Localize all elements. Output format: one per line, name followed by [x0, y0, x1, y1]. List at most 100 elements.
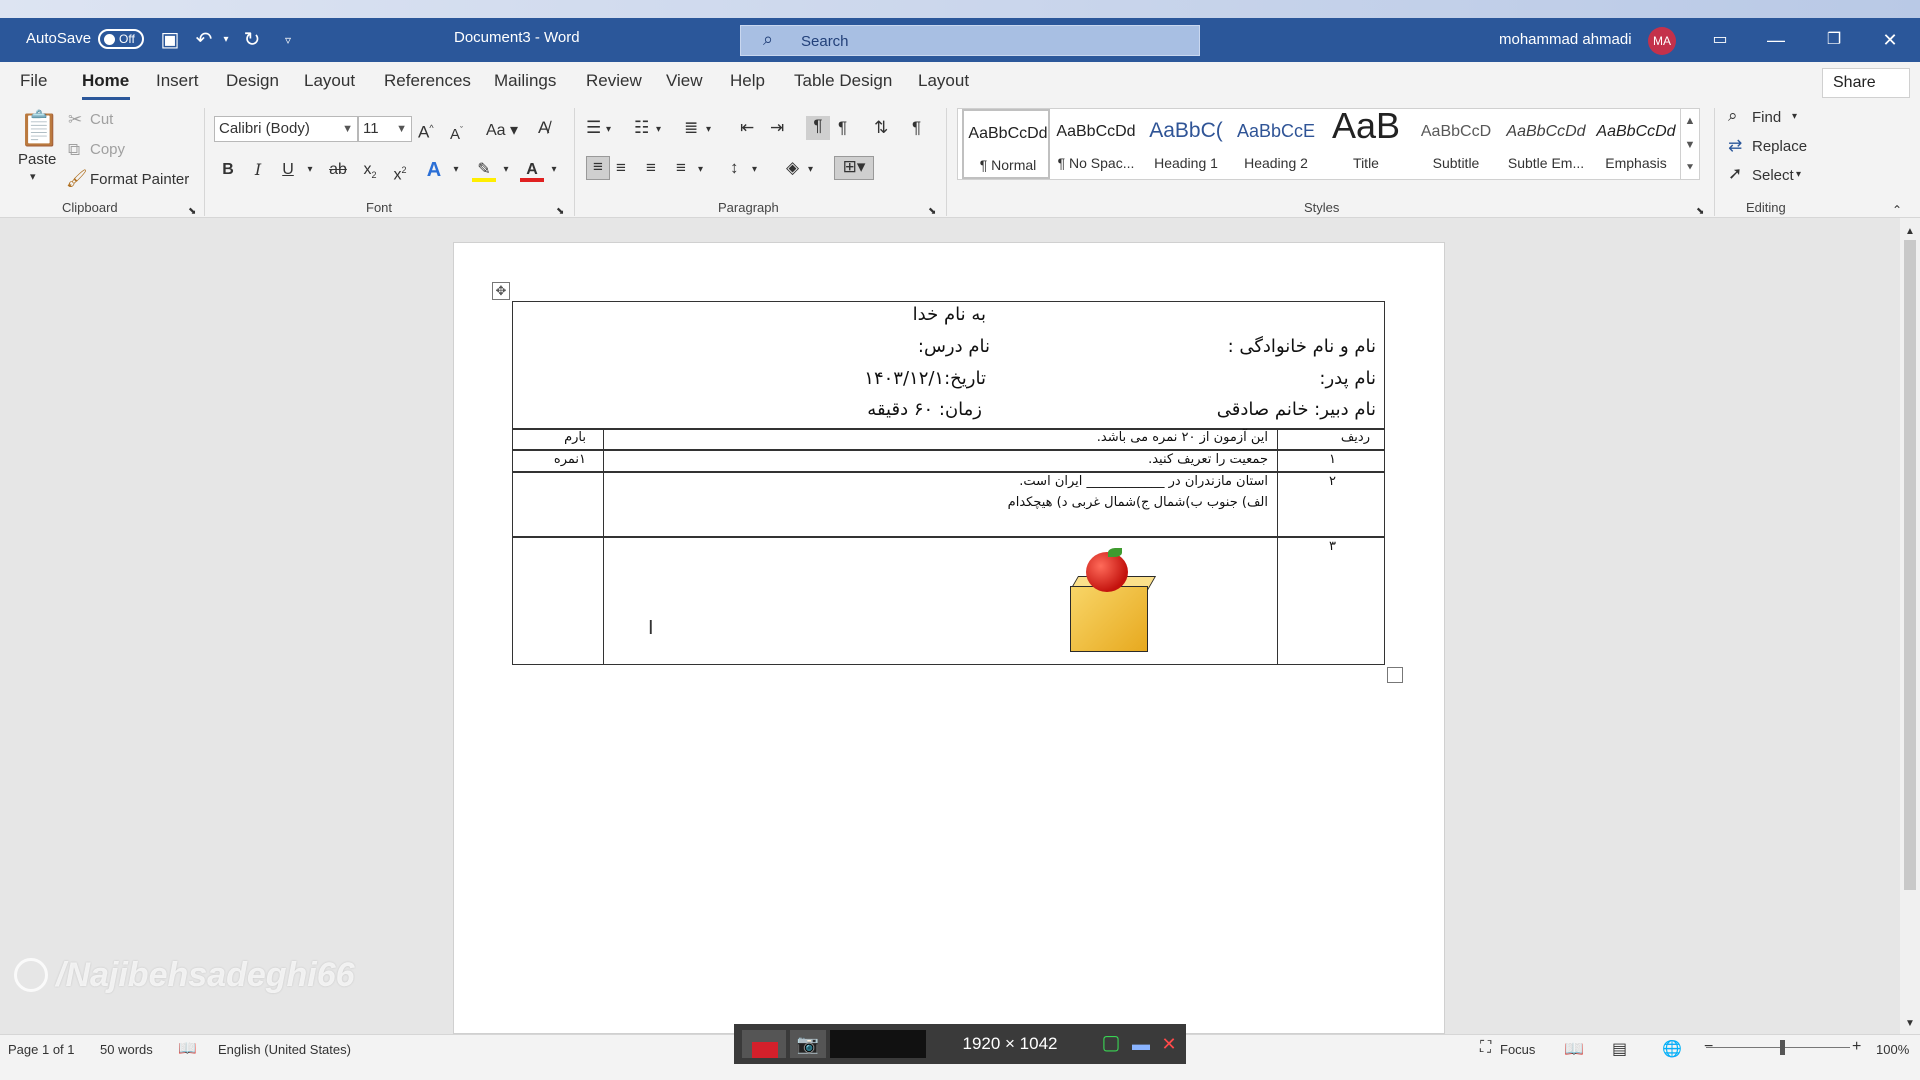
tab-help[interactable]: Help — [730, 71, 765, 91]
zoom-in-icon[interactable]: + — [1852, 1038, 1861, 1056]
save-icon[interactable]: ▣ — [158, 28, 182, 52]
cut-icon[interactable]: ✂ — [68, 110, 82, 130]
copy-button[interactable]: Copy — [90, 141, 125, 158]
page-count[interactable]: Page 1 of 1 — [8, 1042, 75, 1057]
multilevel-list-icon[interactable]: ≣ — [684, 118, 698, 138]
cut-button[interactable]: Cut — [90, 111, 113, 128]
text-effects-icon[interactable]: A — [422, 158, 446, 182]
paste-dropdown-icon[interactable]: ▾ — [30, 170, 36, 183]
more-styles-icon[interactable]: ⯆ — [1681, 157, 1699, 179]
format-painter-icon[interactable]: 🖌 — [66, 169, 88, 189]
avatar[interactable]: MA — [1648, 27, 1676, 55]
zoom-level[interactable]: 100% — [1876, 1042, 1909, 1057]
recorder-close-icon[interactable]: ✕ — [1158, 1030, 1180, 1058]
tab-table-layout[interactable]: Layout — [918, 71, 969, 91]
underline-dropdown-icon[interactable]: ▾ — [298, 158, 322, 182]
numbering-dropdown-icon[interactable]: ▾ — [656, 120, 661, 140]
autosave-toggle[interactable]: Off — [98, 29, 144, 49]
scroll-down-icon[interactable]: ▼ — [1902, 1014, 1918, 1034]
ribbon-display-icon[interactable]: ▭ — [1700, 24, 1740, 56]
decrease-indent-icon[interactable]: ⇤ — [740, 118, 754, 138]
find-dropdown-icon[interactable]: ▾ — [1792, 111, 1797, 122]
redo-icon[interactable]: ↻ — [240, 28, 264, 52]
style-heading-2[interactable]: AaBbCcE Heading 2 — [1232, 109, 1320, 179]
style-no-spacing[interactable]: AaBbCcDd ¶ No Spac... — [1052, 109, 1140, 179]
tab-review[interactable]: Review — [586, 71, 642, 91]
focus-icon[interactable]: ⛶ — [1480, 1039, 1491, 1057]
close-icon[interactable]: ✕ — [1870, 24, 1910, 56]
shading-icon[interactable]: ◈ — [786, 158, 799, 178]
subscript-icon[interactable]: x2 — [358, 158, 382, 182]
highlight-icon[interactable]: ✎ — [472, 158, 496, 182]
copy-icon[interactable]: ⧉ — [68, 140, 80, 160]
tab-insert[interactable]: Insert — [156, 71, 199, 91]
align-right-icon[interactable]: ≡ — [646, 158, 656, 178]
font-color-dropdown-icon[interactable]: ▾ — [542, 158, 566, 182]
scroll-thumb[interactable] — [1904, 240, 1916, 890]
grow-font-icon[interactable]: A^ — [418, 118, 434, 143]
style-subtitle[interactable]: AaBbCcD Subtitle — [1412, 109, 1500, 179]
multilevel-dropdown-icon[interactable]: ▾ — [706, 120, 711, 140]
ltr-direction-icon[interactable]: ¶ — [806, 116, 830, 140]
paste-button[interactable]: Paste — [18, 151, 56, 168]
language-status[interactable]: English (United States) — [218, 1042, 351, 1057]
font-size-select[interactable]: 11 ▼ — [358, 116, 412, 142]
superscript-icon[interactable]: x2 — [388, 158, 412, 183]
undo-icon[interactable]: ↶ — [192, 28, 216, 52]
word-count[interactable]: 50 words — [100, 1042, 153, 1057]
bold-icon[interactable]: B — [216, 158, 240, 182]
minimize-icon[interactable]: — — [1756, 24, 1796, 56]
tab-references[interactable]: References — [384, 71, 471, 91]
justify-dropdown-icon[interactable]: ▾ — [698, 160, 703, 180]
replace-button[interactable]: Replace — [1752, 138, 1807, 155]
font-color-icon[interactable]: A — [520, 158, 544, 182]
replace-icon[interactable]: ⇄ — [1728, 136, 1742, 156]
tab-file[interactable]: File — [20, 71, 47, 91]
scroll-up-icon[interactable]: ▲ — [1902, 222, 1918, 242]
tab-design[interactable]: Design — [226, 71, 279, 91]
italic-icon[interactable]: I — [246, 158, 270, 182]
style-subtle-emphasis[interactable]: AaBbCcDd Subtle Em... — [1502, 109, 1590, 179]
chevron-down-icon[interactable]: ▼ — [1681, 133, 1699, 157]
collapse-ribbon-icon[interactable]: ⌃ — [1892, 200, 1902, 220]
justify-icon[interactable]: ≡ — [676, 158, 686, 178]
text-effects-dropdown-icon[interactable]: ▾ — [444, 158, 468, 182]
styles-scroll[interactable]: ▲ ▼ ⯆ — [1680, 108, 1700, 180]
user-name[interactable]: mohammad ahmadi — [1499, 31, 1632, 48]
align-center-icon[interactable]: ≡ — [616, 158, 626, 178]
apple-on-box-image[interactable] — [1062, 548, 1157, 654]
style-title[interactable]: AaB Title — [1322, 105, 1410, 179]
align-left-icon[interactable]: ≡ — [586, 156, 610, 180]
sort-icon[interactable]: ⇅ — [874, 118, 888, 138]
increase-indent-icon[interactable]: ⇥ — [770, 118, 784, 138]
line-spacing-dropdown-icon[interactable]: ▾ — [752, 160, 757, 180]
tab-mailings[interactable]: Mailings — [494, 71, 556, 91]
paste-icon[interactable]: 📋 — [18, 108, 60, 150]
bullets-icon[interactable]: ☰ — [586, 118, 601, 138]
shrink-font-icon[interactable]: Aˇ — [450, 120, 463, 145]
tab-view[interactable]: View — [666, 71, 703, 91]
shading-dropdown-icon[interactable]: ▾ — [808, 160, 813, 180]
undo-dropdown-icon[interactable]: ▾ — [214, 28, 238, 52]
numbering-icon[interactable]: ☷ — [634, 118, 649, 138]
rtl-direction-icon[interactable]: ¶ — [838, 118, 847, 138]
select-button[interactable]: Select — [1752, 167, 1794, 184]
recorder-region-icon[interactable]: ▢ — [1098, 1030, 1124, 1058]
zoom-slider-thumb[interactable] — [1780, 1040, 1785, 1055]
highlight-dropdown-icon[interactable]: ▾ — [494, 158, 518, 182]
tab-table-design[interactable]: Table Design — [794, 71, 892, 91]
select-dropdown-icon[interactable]: ▾ — [1796, 169, 1801, 180]
select-icon[interactable]: ➚ — [1728, 164, 1742, 184]
find-button[interactable]: Find — [1752, 109, 1781, 126]
bullets-dropdown-icon[interactable]: ▾ — [606, 120, 611, 140]
show-marks-icon[interactable]: ¶ — [912, 118, 921, 138]
find-icon[interactable]: ⌕ — [1728, 106, 1738, 126]
zoom-slider[interactable] — [1706, 1047, 1850, 1048]
focus-button[interactable]: Focus — [1500, 1042, 1535, 1057]
style-heading-1[interactable]: AaBbC( Heading 1 — [1142, 109, 1230, 179]
chevron-up-icon[interactable]: ▲ — [1681, 109, 1699, 133]
web-layout-icon[interactable]: 🌐 — [1662, 1039, 1682, 1059]
exam-table[interactable]: به نام خدا نام و نام خانوادگی : نام درس:… — [512, 301, 1385, 665]
style-emphasis[interactable]: AaBbCcDd Emphasis — [1592, 109, 1680, 179]
print-layout-icon[interactable]: ▤ — [1612, 1039, 1627, 1059]
